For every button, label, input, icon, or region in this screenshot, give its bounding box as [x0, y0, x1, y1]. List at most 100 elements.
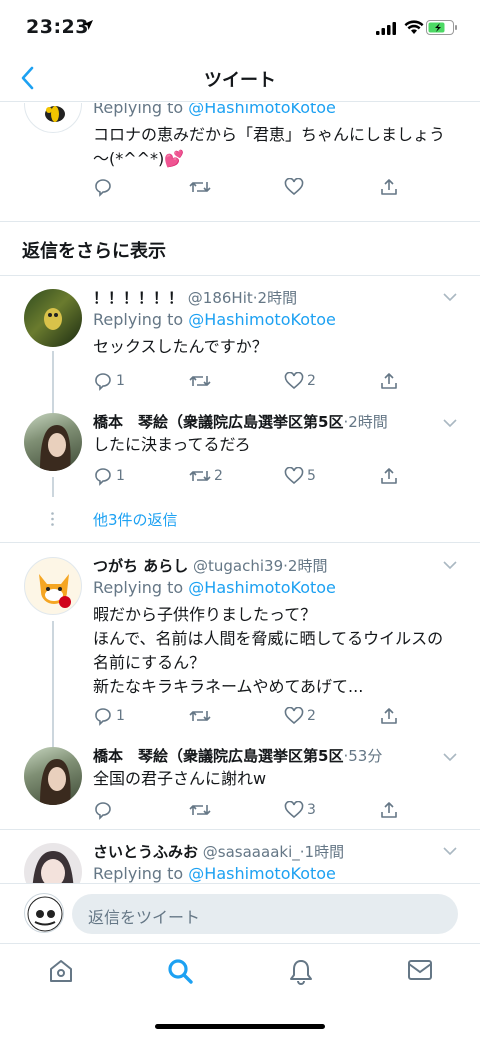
more-dots-icon	[51, 512, 54, 526]
battery-icon	[426, 20, 457, 35]
location-arrow-icon	[83, 20, 93, 30]
like-icon	[284, 467, 304, 485]
tweet-reply[interactable]: ！！！！！！ @186Hit·2時間 Replying to @Hashimot…	[0, 287, 480, 397]
reply-button[interactable]: 1	[93, 464, 125, 488]
messages-icon[interactable]	[407, 958, 433, 982]
retweet-button[interactable]	[189, 704, 214, 728]
tweet-reply[interactable]: つがち あらし @tugachi39·2時間 Replying to @Hash…	[0, 555, 480, 733]
tweet-reply[interactable]: さいとうふみお @sasaaaaki_·1時間 Replying to @Has…	[0, 841, 480, 883]
share-button[interactable]	[379, 464, 399, 488]
tweet-text: コロナの恵みだから「君恵」ちゃんにしましょう 〜(*^^*)💕	[93, 123, 460, 171]
user-name[interactable]: ！！！！！！	[93, 289, 183, 307]
tweet-feed[interactable]: Replying to @HashimotoKotoe コロナの恵みだから「君恵…	[0, 103, 480, 883]
reply-button[interactable]: 1	[93, 704, 125, 728]
like-count: 2	[307, 708, 316, 724]
replying-to: Replying to @HashimotoKotoe	[93, 103, 460, 119]
user-name[interactable]: 橋本 琴絵（衆議院広島選挙区第5区	[93, 413, 343, 431]
like-button[interactable]: 2	[284, 369, 316, 393]
retweet-count: 2	[214, 468, 223, 484]
tweet-text: したに決まってるだろ	[93, 433, 460, 457]
replying-handle[interactable]: @HashimotoKotoe	[188, 103, 336, 117]
reply-button[interactable]	[93, 175, 113, 199]
search-icon[interactable]	[167, 958, 194, 985]
divider	[0, 542, 480, 543]
status-bar: 23:23	[0, 0, 480, 56]
reply-icon	[95, 802, 111, 820]
replying-prefix: Replying to	[93, 103, 189, 117]
page-title: ツイート	[204, 70, 276, 91]
reply-input[interactable]: 返信をツイート	[72, 894, 458, 934]
replying-handle[interactable]: @HashimotoKotoe	[188, 310, 336, 329]
share-icon	[381, 802, 397, 818]
replying-handle[interactable]: @HashimotoKotoe	[188, 578, 336, 597]
replying-to: Replying to @HashimotoKotoe	[93, 309, 460, 331]
like-button[interactable]: 5	[284, 464, 316, 488]
avatar[interactable]	[24, 557, 82, 615]
user-name[interactable]: つがち あらし	[93, 557, 188, 575]
reply-icon	[95, 708, 111, 726]
retweet-icon	[189, 711, 211, 721]
retweet-button[interactable]: 2	[189, 464, 223, 488]
reply-button[interactable]: 1	[93, 369, 125, 393]
tweet-reply[interactable]: 橋本 琴絵（衆議院広島選挙区第5区·53分 全国の君子さんに謝れw 3	[0, 745, 480, 829]
like-count: 3	[307, 802, 316, 818]
avatar[interactable]	[24, 289, 82, 347]
retweet-button[interactable]	[189, 175, 211, 199]
chevron-down-icon[interactable]	[442, 845, 458, 857]
tweet-text-line: セックスしたんですか？	[93, 337, 268, 356]
current-user-avatar[interactable]	[24, 893, 64, 933]
share-button[interactable]	[379, 704, 399, 728]
reply-count: 1	[116, 708, 125, 724]
reply-icon	[95, 179, 111, 197]
tweet-text: 暇だから子供作りましたって？ ほんで、名前は人間を脅威に晒してるウイルスの 名前…	[93, 603, 460, 699]
share-button[interactable]	[379, 175, 399, 199]
retweet-button[interactable]	[189, 798, 214, 822]
reply-icon	[95, 373, 111, 391]
home-icon[interactable]	[48, 958, 74, 984]
like-count: 2	[307, 373, 316, 389]
like-button[interactable]	[284, 175, 304, 199]
user-name[interactable]: さいとうふみお	[93, 843, 198, 861]
tweet-top[interactable]: Replying to @HashimotoKotoe コロナの恵みだから「君恵…	[0, 103, 480, 221]
tweet-text: セックスしたんですか？	[93, 335, 460, 359]
replying-prefix: Replying to	[93, 864, 189, 883]
show-more-replies-link[interactable]: 他3件の返信	[93, 509, 178, 530]
avatar[interactable]	[24, 103, 82, 133]
share-button[interactable]	[379, 798, 399, 822]
retweet-button[interactable]	[189, 369, 214, 393]
cellular-signal-icon	[376, 22, 396, 35]
notifications-icon[interactable]	[288, 958, 314, 985]
avatar[interactable]	[24, 843, 82, 883]
reply-icon	[95, 468, 111, 486]
like-count: 5	[307, 468, 316, 484]
user-name[interactable]: 橋本 琴絵（衆議院広島選挙区第5区	[93, 747, 343, 765]
avatar[interactable]	[24, 413, 82, 471]
chevron-down-icon[interactable]	[442, 291, 458, 303]
tweet-time: 2時間	[257, 289, 298, 307]
like-button[interactable]: 3	[284, 798, 316, 822]
chevron-down-icon[interactable]	[442, 417, 458, 429]
share-icon	[381, 179, 397, 195]
retweet-icon	[189, 182, 211, 192]
like-button[interactable]: 2	[284, 704, 316, 728]
replying-handle[interactable]: @HashimotoKotoe	[188, 864, 336, 883]
tweet-time: 2時間	[287, 557, 328, 575]
tweet-reply[interactable]: 橋本 琴絵（衆議院広島選挙区第5区·2時間 したに決まってるだろ 1 2 5	[0, 411, 480, 495]
user-handle: @186Hit	[187, 289, 253, 307]
tweet-actions: 1 2	[93, 704, 413, 728]
navigation-bar: ツイート	[0, 56, 480, 102]
reply-button[interactable]	[93, 798, 116, 822]
chevron-down-icon[interactable]	[442, 559, 458, 571]
avatar[interactable]	[24, 747, 82, 805]
user-handle: @sasaaaaki_	[202, 843, 300, 861]
share-icon	[381, 708, 397, 724]
tweet-time: 53分	[348, 747, 383, 765]
reply-composer: 返信をツイート	[0, 883, 480, 943]
tweet-text-line: したに決まってるだろ	[93, 435, 251, 454]
share-icon	[381, 373, 397, 389]
share-button[interactable]	[379, 369, 399, 393]
chevron-down-icon[interactable]	[442, 751, 458, 763]
tab-bar	[0, 943, 480, 1038]
tweet-text-line: コロナの恵みだから「君恵」ちゃんにしましょう	[93, 125, 446, 144]
replying-prefix: Replying to	[93, 578, 189, 597]
